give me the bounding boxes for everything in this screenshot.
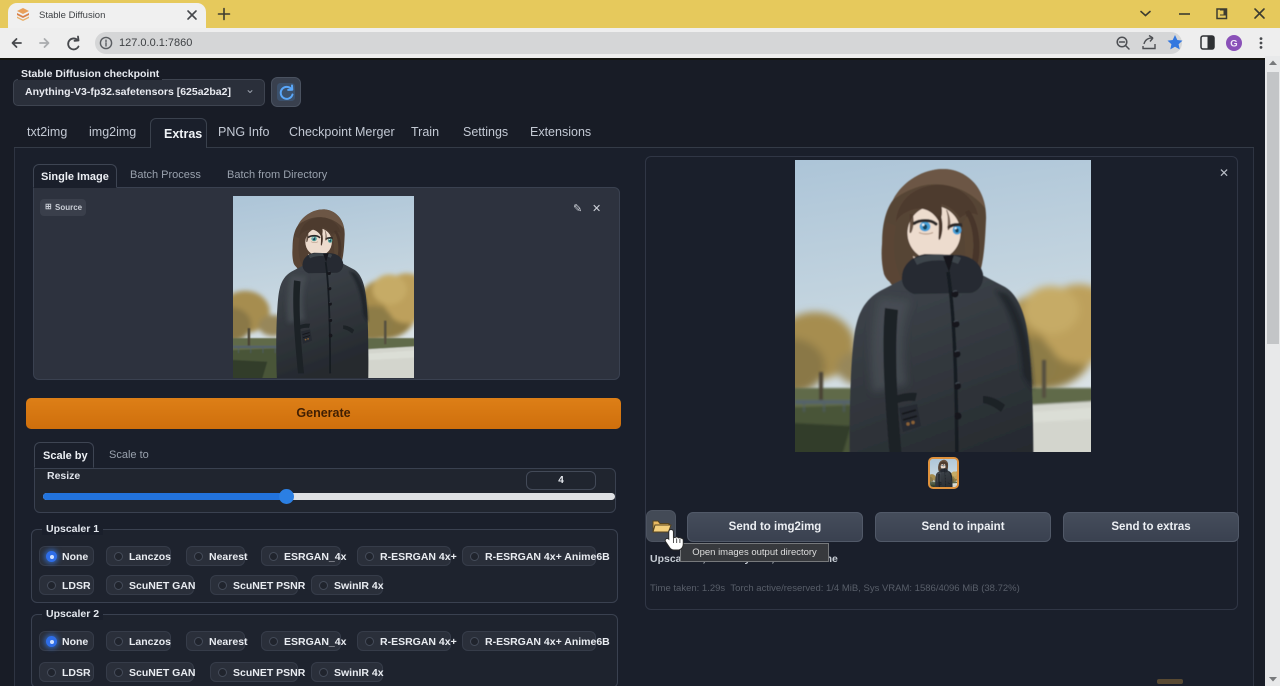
svg-text:G: G — [1230, 39, 1237, 50]
